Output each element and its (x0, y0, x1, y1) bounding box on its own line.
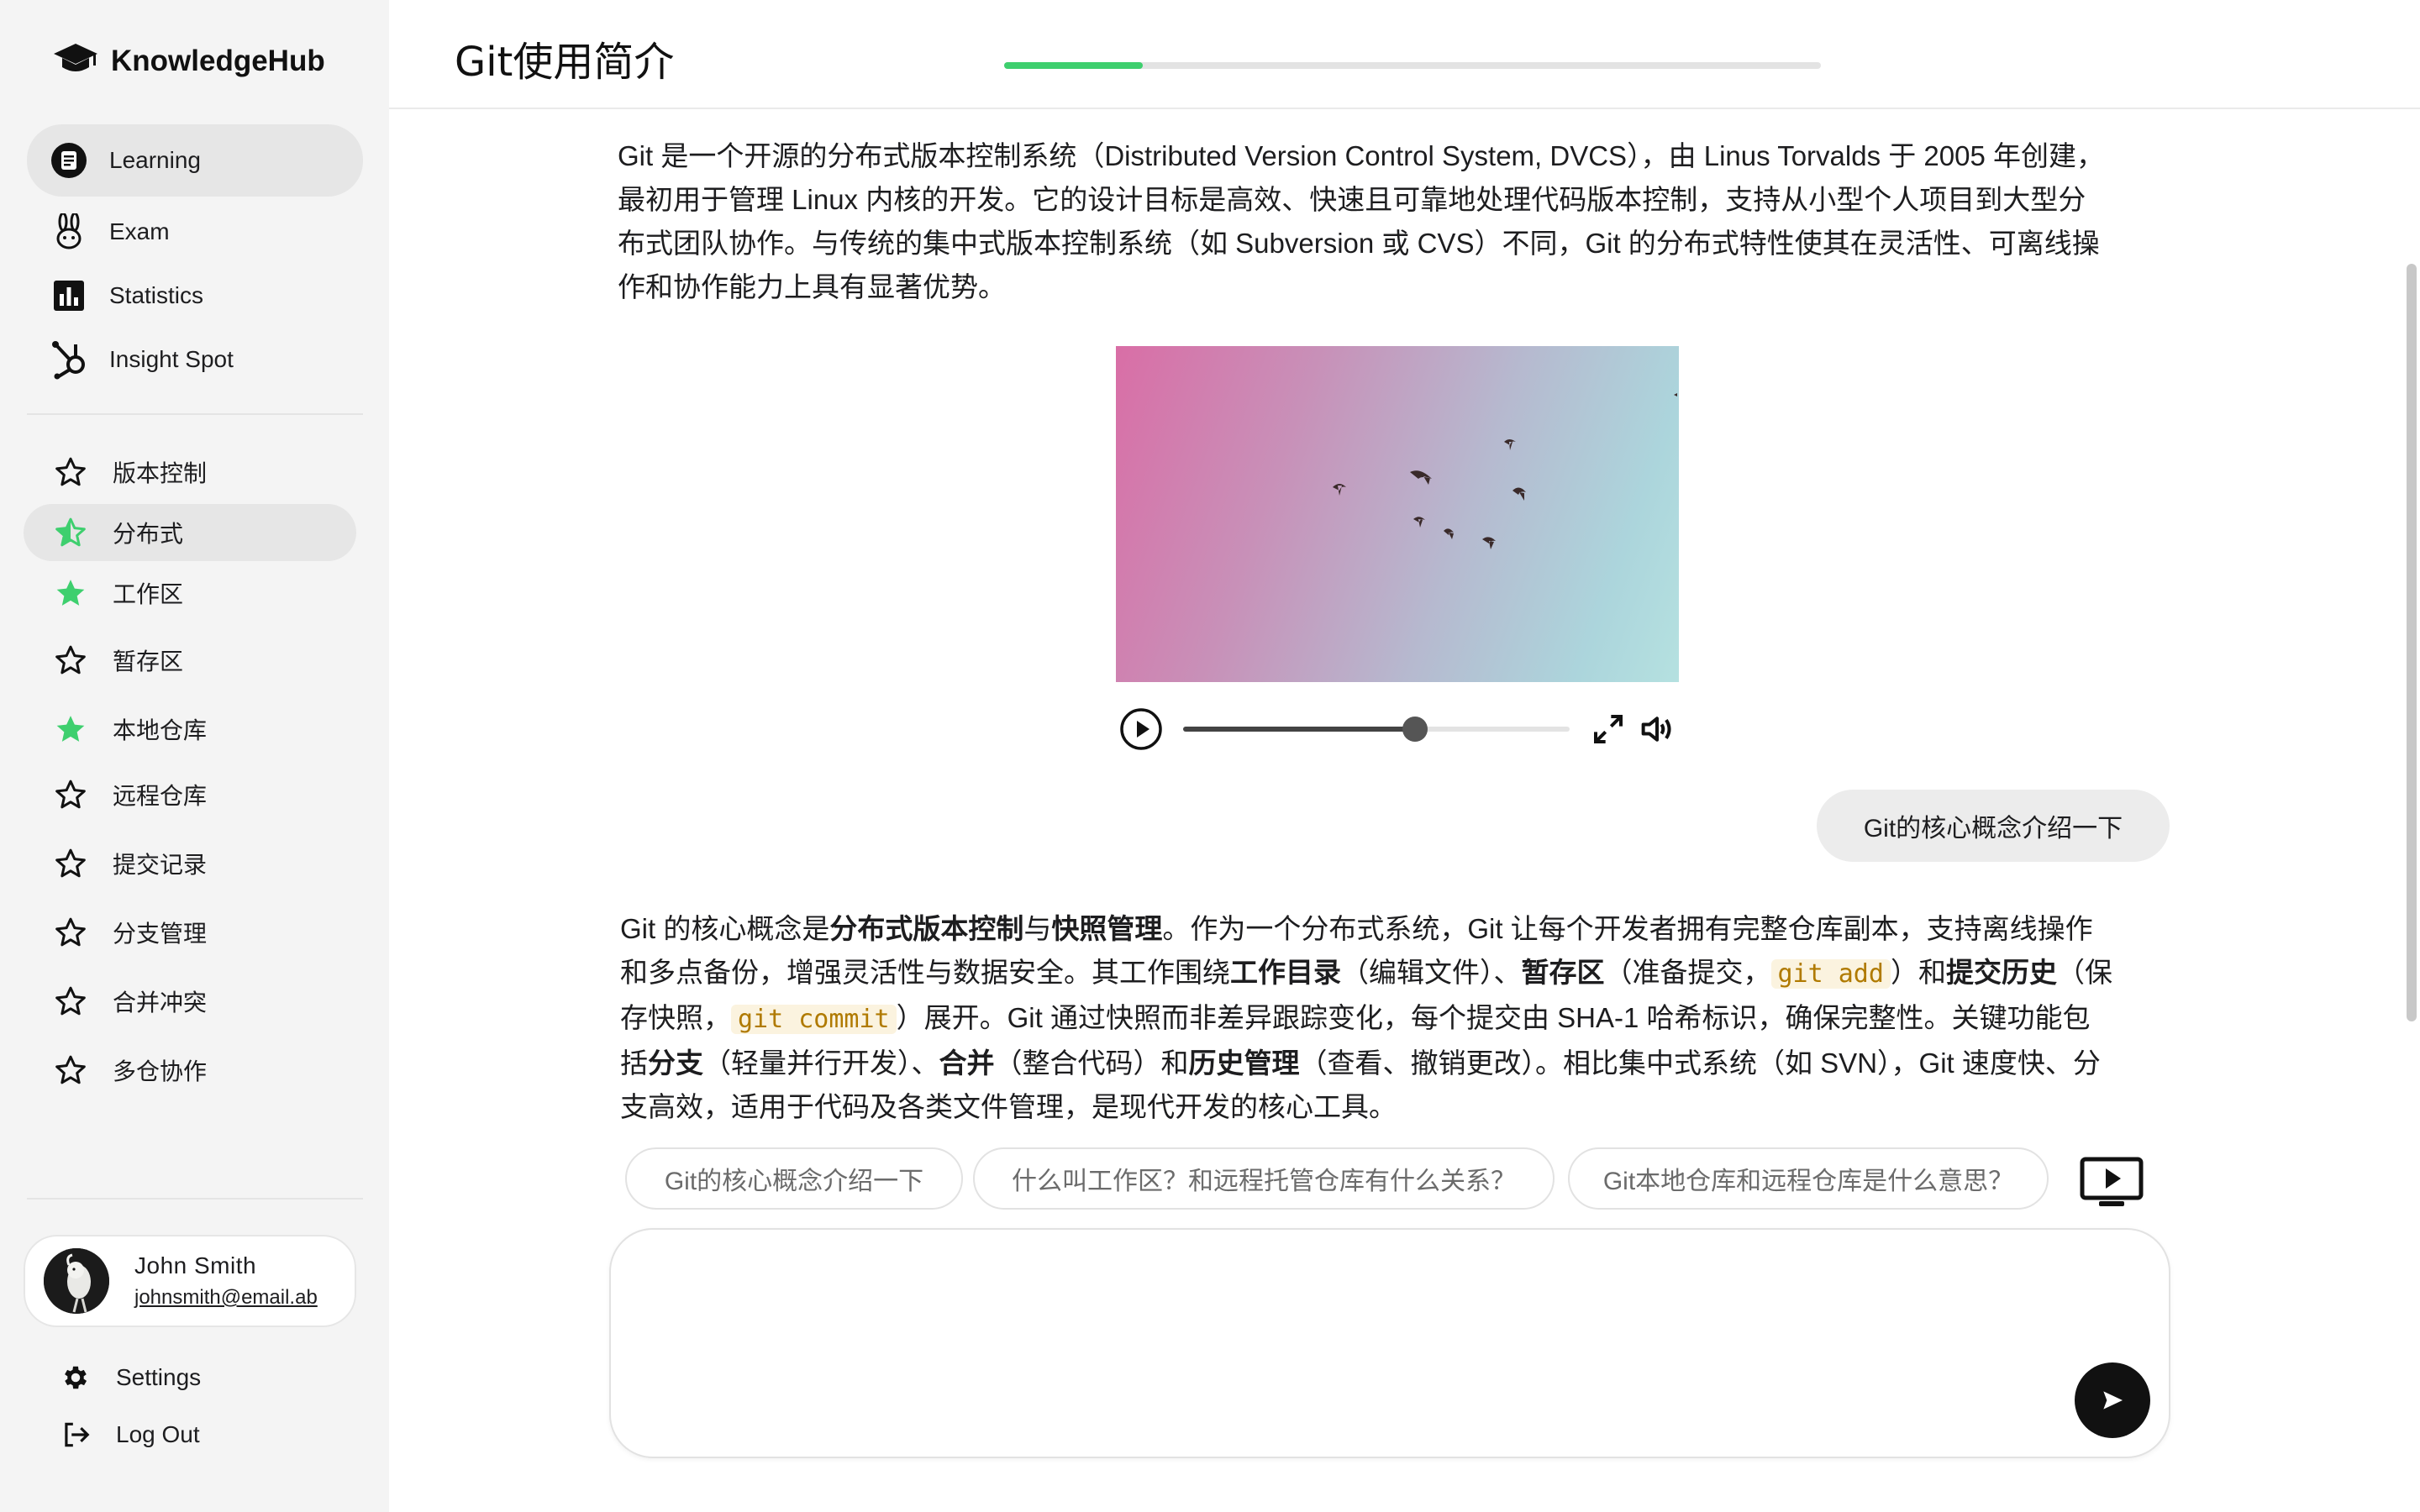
suggestion-chip[interactable]: 什么叫工作区？和远程托管仓库有什么关系？ (973, 1147, 1555, 1210)
topic-label: 分支管理 (113, 921, 208, 947)
suggestion-chip[interactable]: Git本地仓库和远程仓库是什么意思？ (1568, 1147, 2049, 1210)
chat-composer (609, 1228, 2170, 1458)
answer-paragraph: Git 的核心概念是分布式版本控制与快照管理。作为一个分布式系统，Git 让每个… (620, 913, 2112, 1122)
topic-item[interactable]: 多仓协作 (24, 1042, 356, 1099)
expand-icon (1594, 715, 1623, 743)
topic-label: 分布式 (113, 521, 184, 547)
topic-label: 本地仓库 (113, 717, 208, 743)
star-outline-icon (54, 455, 87, 489)
topic-label: 多仓协作 (113, 1058, 208, 1084)
suggestion-chip[interactable]: Git的核心概念介绍一下 (625, 1147, 963, 1210)
brand-name: KnowledgeHub (111, 44, 325, 77)
topic-item[interactable]: 版本控制 (24, 444, 356, 501)
star-outline-icon (54, 643, 87, 677)
topic-label: 提交记录 (113, 852, 208, 878)
lesson-progress-fill (1004, 62, 1144, 69)
send-button[interactable] (2075, 1362, 2150, 1438)
topic-item[interactable]: 分支管理 (24, 904, 356, 961)
nav-label: Learning (109, 147, 201, 173)
topic-item[interactable]: 提交记录 (24, 835, 356, 892)
brand[interactable]: KnowledgeHub (52, 40, 325, 81)
presentation-button[interactable] (2079, 1156, 2144, 1210)
scrollbar[interactable] (2403, 109, 2420, 1512)
nav-label: Insight Spot (109, 346, 234, 372)
message-input[interactable] (644, 1255, 2076, 1426)
logout-button[interactable]: Log Out (59, 1418, 200, 1452)
star-outline-icon (54, 847, 87, 880)
user-name: John Smith (134, 1252, 257, 1278)
volume-button[interactable] (1639, 712, 1676, 746)
topic-label: 工作区 (113, 581, 184, 607)
scrollbar-thumb[interactable] (2407, 264, 2417, 1021)
lesson-progress-bar (1004, 62, 1821, 69)
nav-exam[interactable]: Exam (27, 205, 363, 259)
topic-item-active[interactable]: 分布式 (24, 504, 356, 561)
sidebar-divider (27, 1198, 363, 1200)
video-controls (1116, 704, 1679, 754)
page-title: Git使用简介 (455, 39, 675, 86)
topic-label: 合并冲突 (113, 990, 208, 1016)
nav-statistics[interactable]: Statistics (27, 269, 363, 323)
star-outline-icon (54, 1053, 87, 1087)
nav-label: Statistics (109, 282, 204, 308)
hub-icon (50, 341, 87, 380)
intro-paragraph: Git 是一个开源的分布式版本控制系统（Distributed Version … (618, 140, 2104, 302)
screen-play-icon (2080, 1157, 2144, 1206)
topic-item[interactable]: 远程仓库 (24, 766, 356, 823)
user-card[interactable]: John Smith johnsmith@email.ab (24, 1235, 356, 1327)
logout-label: Log Out (116, 1421, 200, 1447)
settings-label: Settings (116, 1364, 202, 1390)
video-player[interactable] (1116, 346, 1679, 682)
bar-chart-icon (50, 277, 87, 314)
nav-learning[interactable]: Learning (27, 124, 363, 197)
play-icon (1120, 708, 1162, 750)
page-header: Git使用简介 (389, 0, 2420, 109)
birds-image (1333, 393, 1677, 549)
volume-icon (1641, 717, 1671, 742)
star-half-icon (54, 516, 87, 549)
user-message-bubble: Git的核心概念介绍一下 (1817, 790, 2170, 862)
gear-icon (59, 1361, 92, 1394)
star-filled-icon (54, 712, 87, 746)
topic-item[interactable]: 本地仓库 (24, 701, 356, 758)
nav-label: Exam (109, 218, 170, 244)
star-outline-icon (54, 916, 87, 949)
code-snippet: git add (1770, 959, 1891, 989)
sidebar: KnowledgeHub Learning Exam Statistics In… (0, 0, 389, 1512)
fullscreen-button[interactable] (1591, 712, 1625, 746)
graduation-cap-icon (52, 40, 99, 81)
code-snippet: git commit (731, 1005, 897, 1034)
sidebar-divider (27, 413, 363, 415)
star-outline-icon (54, 984, 87, 1018)
topic-label: 暂存区 (113, 648, 184, 675)
avatar (44, 1248, 109, 1314)
send-icon (2103, 1391, 2123, 1410)
notebook-icon (50, 142, 87, 179)
topic-item[interactable]: 工作区 (24, 564, 356, 622)
topic-item[interactable]: 暂存区 (24, 632, 356, 689)
settings-button[interactable]: Settings (59, 1361, 201, 1394)
logout-icon (59, 1418, 92, 1452)
user-email[interactable]: johnsmith@email.ab (134, 1286, 318, 1310)
topic-label: 远程仓库 (113, 783, 208, 809)
rabbit-icon (50, 213, 87, 250)
topic-item[interactable]: 合并冲突 (24, 973, 356, 1030)
topic-label: 版本控制 (113, 460, 208, 486)
video-seek-slider[interactable] (1183, 717, 1570, 742)
seek-handle[interactable] (1402, 717, 1428, 742)
seek-fill (1183, 727, 1415, 732)
star-outline-icon (54, 778, 87, 811)
nav-insight-spot[interactable]: Insight Spot (27, 333, 363, 386)
play-button[interactable] (1119, 707, 1163, 751)
star-filled-icon (54, 576, 87, 610)
